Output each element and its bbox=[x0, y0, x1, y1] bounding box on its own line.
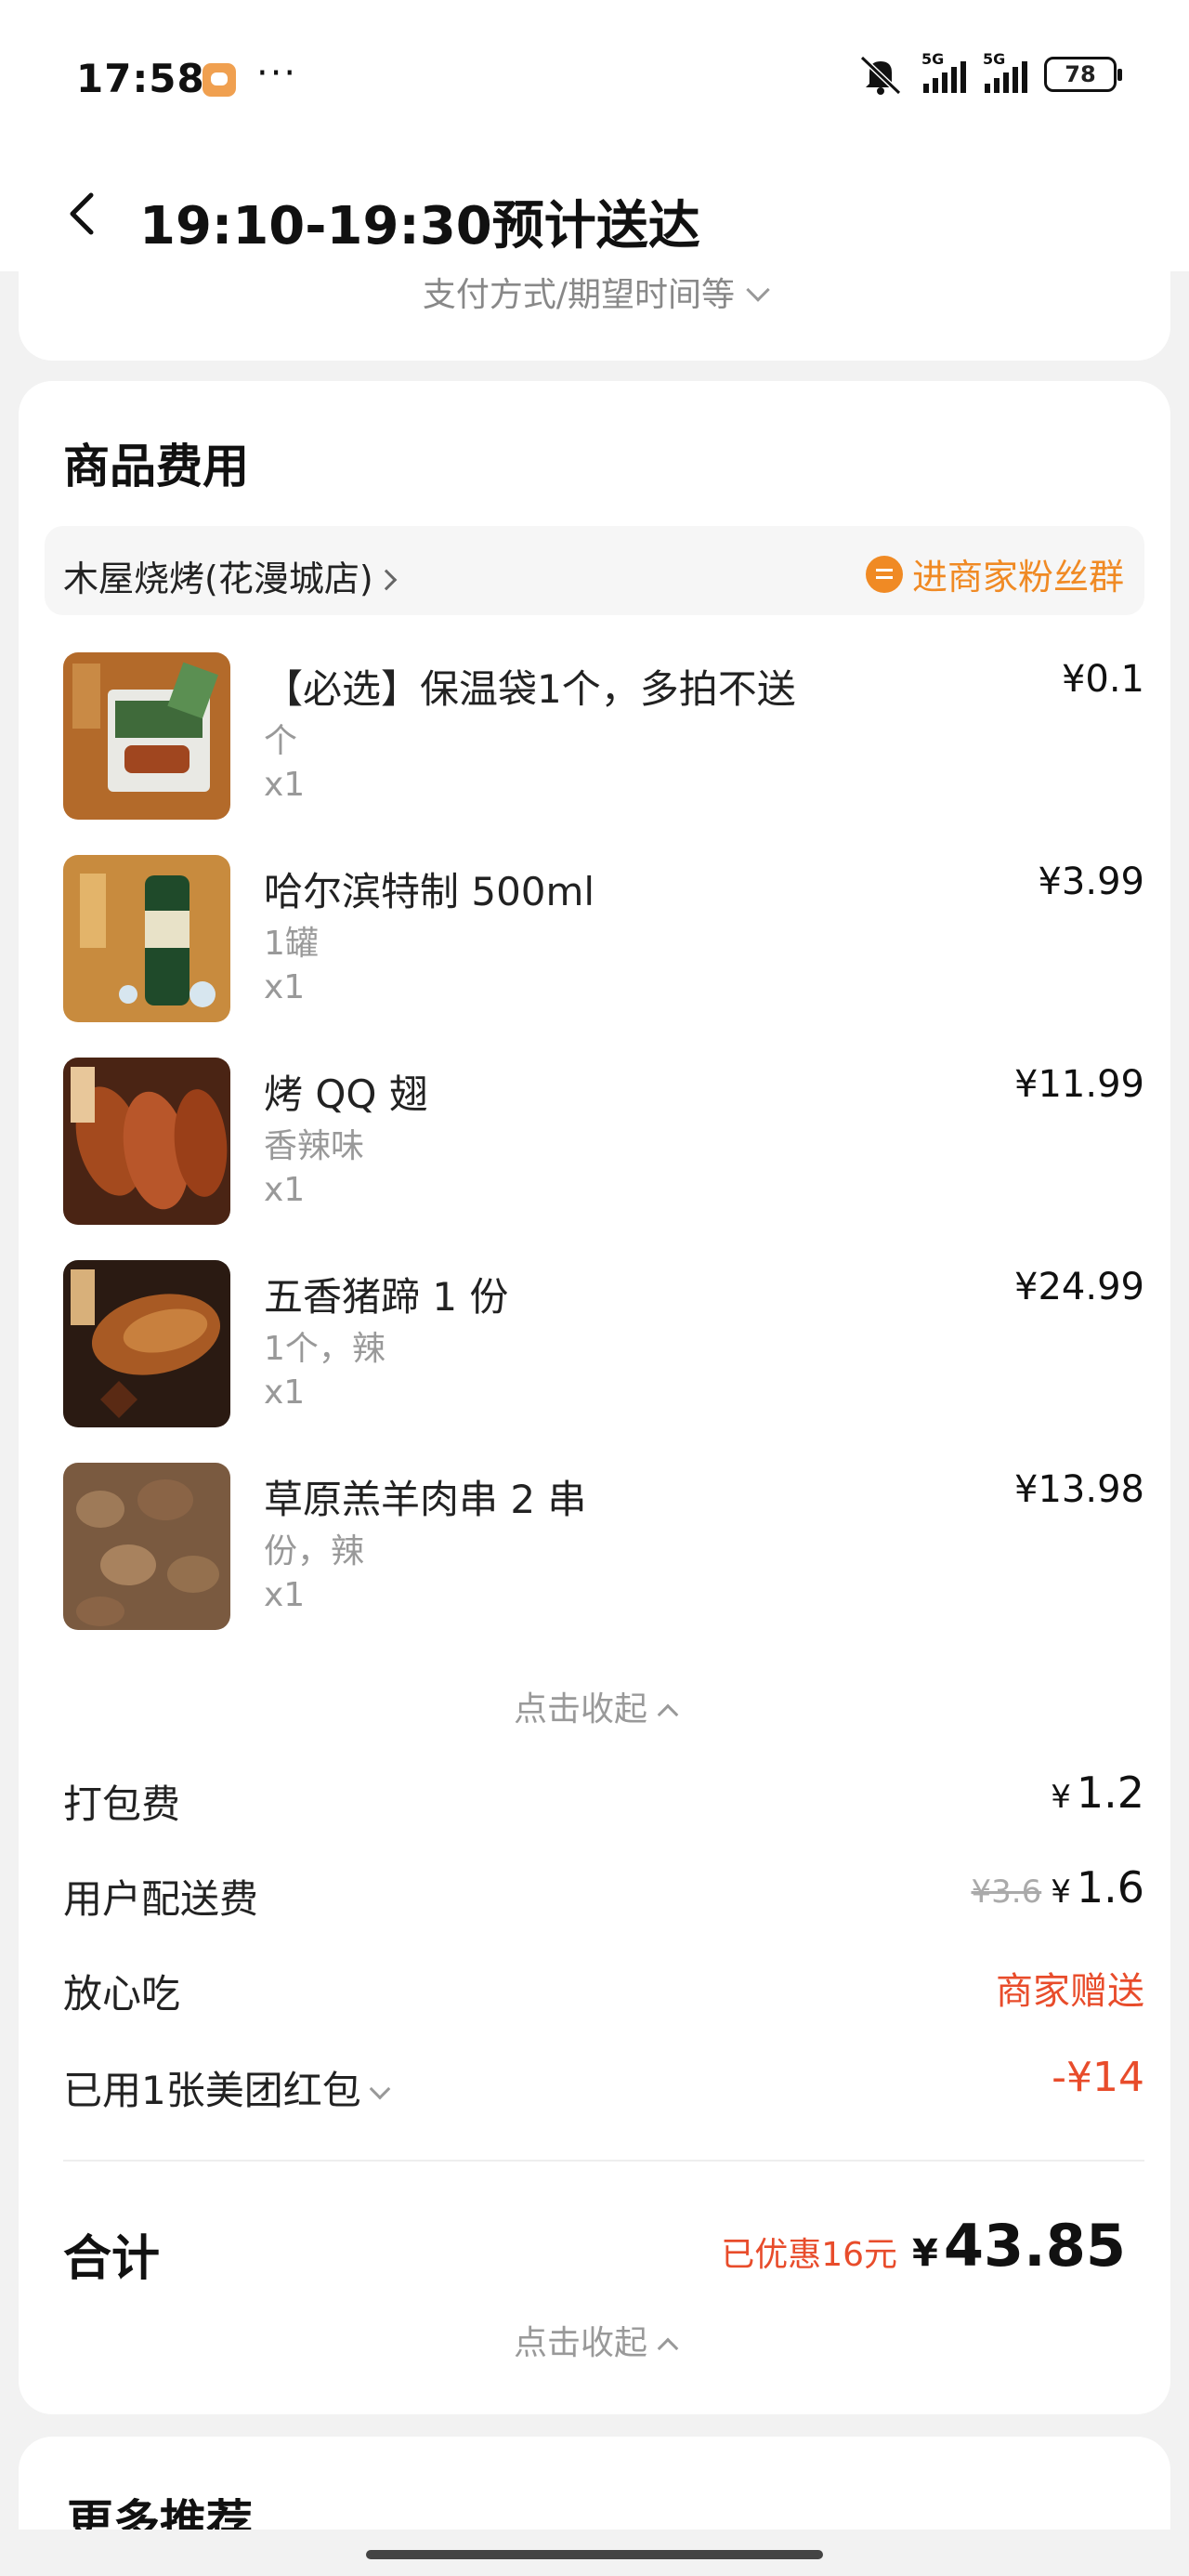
message-app-icon bbox=[203, 63, 236, 97]
section-title: 商品费用 bbox=[63, 440, 249, 493]
item-thumbnail bbox=[63, 1260, 230, 1427]
item-price: ¥0.1 bbox=[1061, 658, 1144, 701]
order-item: 哈尔滨特制 500ml 1罐 x1 ¥3.99 bbox=[63, 855, 1144, 1032]
order-item: 【必选】保温袋1个，多拍不送 个 x1 ¥0.1 bbox=[63, 652, 1144, 829]
currency-symbol: ¥ bbox=[1051, 1873, 1071, 1911]
food-safety-label: 放心吃 bbox=[63, 1971, 181, 2017]
coupon-label-wrap: 已用1张美团红包 bbox=[63, 2059, 391, 2116]
item-quantity: x1 bbox=[264, 766, 306, 804]
item-price: ¥3.99 bbox=[1038, 861, 1144, 903]
item-name: 哈尔滨特制 500ml bbox=[264, 869, 595, 914]
item-name: 烤 QQ 翅 bbox=[264, 1071, 428, 1117]
order-item: 五香猪蹄 1 份 1个，辣 x1 ¥24.99 bbox=[63, 1260, 1144, 1437]
item-thumbnail bbox=[63, 652, 230, 820]
more-notifications-icon: ··· bbox=[256, 52, 298, 95]
item-spec: 1个，辣 bbox=[264, 1330, 385, 1368]
item-spec: 份，辣 bbox=[264, 1532, 365, 1571]
chevron-down-icon bbox=[746, 278, 770, 302]
status-indicators: 5G 5G 78 bbox=[856, 50, 1122, 95]
delivery-fee-amount: 1.6 bbox=[1076, 1862, 1144, 1912]
page-title: 19:10-19:30预计送达 bbox=[139, 196, 700, 256]
store-link[interactable]: 木屋烧烤(花漫城店) bbox=[63, 550, 397, 601]
coupon-value: -¥14 bbox=[1052, 2054, 1144, 2101]
packing-fee-amount: 1.2 bbox=[1076, 1768, 1144, 1818]
total-amount: ¥43.85 bbox=[912, 2212, 1126, 2280]
delivery-fee-row: 用户配送费 ¥3.6 ¥1.6 bbox=[63, 1855, 1144, 1929]
coupon-label: 已用1张美团红包 bbox=[63, 2068, 361, 2113]
status-time: 17:58 bbox=[76, 56, 205, 101]
store-name: 木屋烧烤(花漫城店) bbox=[63, 559, 373, 599]
home-indicator[interactable] bbox=[366, 2550, 823, 2559]
chevron-up-icon bbox=[657, 2337, 679, 2359]
delivery-fee-label: 用户配送费 bbox=[63, 1876, 259, 1922]
item-quantity: x1 bbox=[264, 1171, 306, 1209]
delivery-fee-original: ¥3.6 bbox=[971, 1873, 1042, 1911]
chevron-down-icon bbox=[369, 2078, 391, 2100]
item-name: 【必选】保温袋1个，多拍不送 bbox=[264, 666, 796, 712]
coupon-row[interactable]: 已用1张美团红包 -¥14 bbox=[63, 2046, 1144, 2121]
status-bar: 17:58 ··· 5G 5G 78 bbox=[0, 0, 1189, 158]
collapse-items-toggle[interactable]: 点击收起 bbox=[19, 1682, 1170, 1730]
item-thumbnail bbox=[63, 855, 230, 1022]
item-thumbnail bbox=[63, 1463, 230, 1630]
currency-symbol: ¥ bbox=[912, 2232, 938, 2275]
fans-group-label: 进商家粉丝群 bbox=[911, 557, 1124, 598]
collapse-all-toggle[interactable]: 点击收起 bbox=[19, 2316, 1170, 2364]
signal-5g-icon: 5G bbox=[921, 50, 966, 93]
item-spec: 个 bbox=[264, 722, 298, 760]
collapse-items-label: 点击收起 bbox=[513, 1690, 647, 1728]
food-safety-row: 放心吃 商家赠送 bbox=[63, 1950, 1144, 2024]
mute-bell-icon bbox=[859, 55, 902, 95]
back-arrow-icon[interactable] bbox=[58, 186, 113, 242]
collapse-all-label: 点击收起 bbox=[513, 2324, 647, 2362]
item-thumbnail bbox=[63, 1058, 230, 1225]
chevron-up-icon bbox=[657, 1703, 679, 1726]
payment-options-toggle[interactable]: 支付方式/期望时间等 bbox=[19, 268, 1170, 316]
store-row: 木屋烧烤(花漫城店) 进商家粉丝群 bbox=[45, 526, 1144, 615]
packing-fee-label: 打包费 bbox=[63, 1781, 181, 1827]
chevron-right-icon bbox=[375, 569, 397, 591]
order-fees-card: 商品费用 木屋烧烤(花漫城店) 进商家粉丝群 【必选】保温袋1个，多拍不送 个 … bbox=[19, 381, 1170, 2414]
item-price: ¥11.99 bbox=[1014, 1063, 1144, 1106]
item-quantity: x1 bbox=[264, 1576, 306, 1614]
delivery-fee-value: ¥3.6 ¥1.6 bbox=[972, 1862, 1145, 1912]
battery-icon: 78 bbox=[1044, 57, 1122, 92]
currency-symbol: ¥ bbox=[1051, 1779, 1071, 1816]
item-quantity: x1 bbox=[264, 1373, 306, 1412]
food-safety-value: 商家赠送 bbox=[996, 1970, 1144, 2013]
item-price: ¥13.98 bbox=[1014, 1468, 1144, 1511]
item-name: 五香猪蹄 1 份 bbox=[264, 1274, 509, 1320]
divider bbox=[63, 2160, 1144, 2162]
packing-fee-row: 打包费 ¥1.2 bbox=[63, 1760, 1144, 1834]
packing-fee-value: ¥1.2 bbox=[1051, 1768, 1144, 1818]
total-discount: 已优惠16元 bbox=[721, 2236, 898, 2274]
order-item: 烤 QQ 翅 香辣味 x1 ¥11.99 bbox=[63, 1058, 1144, 1234]
total-summary: 已优惠16元 ¥43.85 bbox=[721, 2212, 1126, 2280]
item-spec: 香辣味 bbox=[264, 1127, 365, 1165]
payment-options-label: 支付方式/期望时间等 bbox=[422, 276, 736, 314]
item-name: 草原羔羊肉串 2 串 bbox=[264, 1477, 587, 1522]
signal-5g-secondary-icon: 5G bbox=[983, 50, 1027, 93]
item-quantity: x1 bbox=[264, 968, 306, 1006]
item-price: ¥24.99 bbox=[1014, 1266, 1144, 1308]
total-label: 合计 bbox=[63, 2231, 161, 2287]
chat-bubble-icon bbox=[865, 555, 903, 593]
item-spec: 1罐 bbox=[264, 925, 319, 963]
fans-group-button[interactable]: 进商家粉丝群 bbox=[865, 548, 1124, 599]
page-header: 19:10-19:30预计送达 bbox=[0, 158, 1189, 271]
order-item: 草原羔羊肉串 2 串 份，辣 x1 ¥13.98 bbox=[63, 1463, 1144, 1639]
total-value: 43.85 bbox=[943, 2212, 1126, 2280]
